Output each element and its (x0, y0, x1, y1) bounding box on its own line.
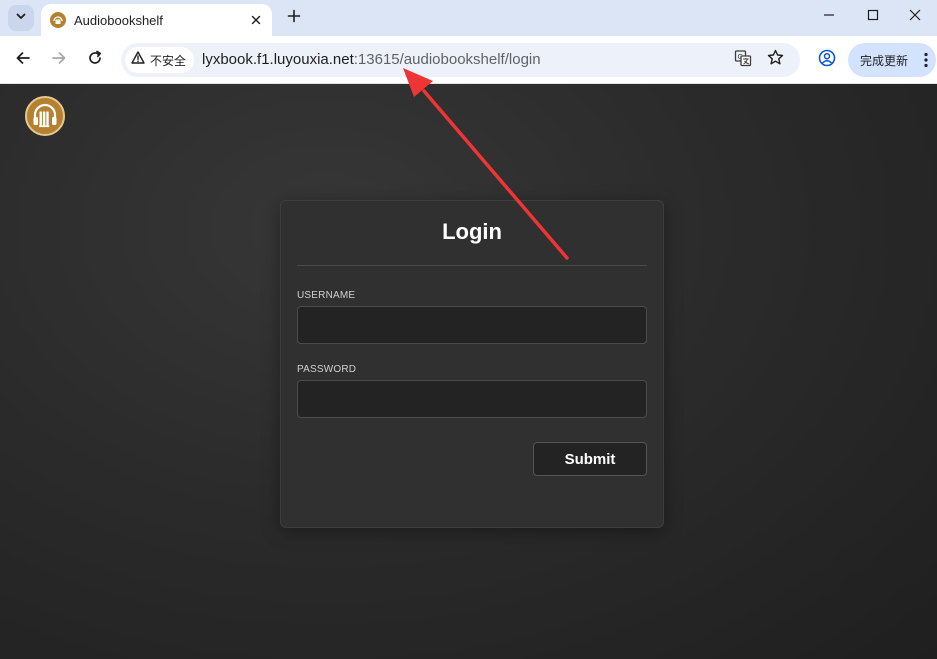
profile-button[interactable] (813, 46, 841, 74)
update-label: 完成更新 (860, 53, 909, 68)
url-text[interactable]: lyxbook.f1.luyouxia.net:13615/audiobooks… (202, 51, 541, 68)
url-path: :13615/audiobookshelf/login (353, 51, 541, 68)
minimize-icon (823, 8, 835, 26)
back-button[interactable] (9, 46, 37, 74)
password-input[interactable] (297, 380, 647, 418)
login-title: Login (442, 219, 502, 244)
browser-tab-active[interactable]: Audiobookshelf (41, 4, 272, 36)
finish-update-button[interactable]: 完成更新 (848, 43, 936, 77)
divider (297, 265, 647, 266)
minimize-button[interactable] (806, 0, 852, 34)
arrow-left-icon (15, 50, 31, 71)
url-host: lyxbook.f1.luyouxia.net (202, 51, 354, 68)
tab-title: Audiobookshelf (74, 12, 163, 28)
browser-tabstrip: Audiobookshelf (0, 0, 937, 36)
maximize-icon (867, 8, 879, 26)
audiobookshelf-logo-icon[interactable] (25, 96, 65, 136)
audiobookshelf-favicon-icon (50, 12, 66, 28)
close-window-button[interactable] (893, 0, 937, 34)
login-card: Login USERNAME PASSWORD Submit (280, 200, 664, 528)
security-indicator[interactable]: 不安全 (125, 47, 195, 73)
address-bar[interactable]: 不安全 lyxbook.f1.luyouxia.net:13615/audiob… (121, 43, 800, 77)
plus-icon (287, 9, 301, 28)
translate-button[interactable]: G (731, 48, 755, 72)
maximize-button[interactable] (850, 0, 896, 34)
tab-search-button[interactable] (8, 5, 34, 31)
arrow-right-icon (51, 50, 67, 71)
reload-icon (87, 50, 103, 71)
reload-button[interactable] (81, 46, 109, 74)
new-tab-button[interactable] (281, 5, 307, 31)
submit-button[interactable]: Submit (533, 442, 647, 476)
warning-triangle-icon (131, 51, 145, 69)
bookmark-button[interactable] (763, 48, 787, 72)
username-label: USERNAME (297, 290, 356, 301)
page-content: Login USERNAME PASSWORD Submit (0, 84, 937, 659)
star-icon (767, 49, 784, 71)
username-input[interactable] (297, 306, 647, 344)
kebab-menu-icon (916, 52, 936, 68)
browser-toolbar: 不安全 lyxbook.f1.luyouxia.net:13615/audiob… (0, 36, 937, 84)
password-label: PASSWORD (297, 364, 357, 375)
translate-icon: G (734, 49, 752, 72)
profile-icon (818, 49, 836, 72)
forward-button[interactable] (45, 46, 73, 74)
close-icon[interactable] (244, 8, 268, 32)
chevron-down-icon (15, 9, 27, 27)
security-label: 不安全 (150, 53, 187, 68)
close-window-icon (909, 8, 921, 26)
